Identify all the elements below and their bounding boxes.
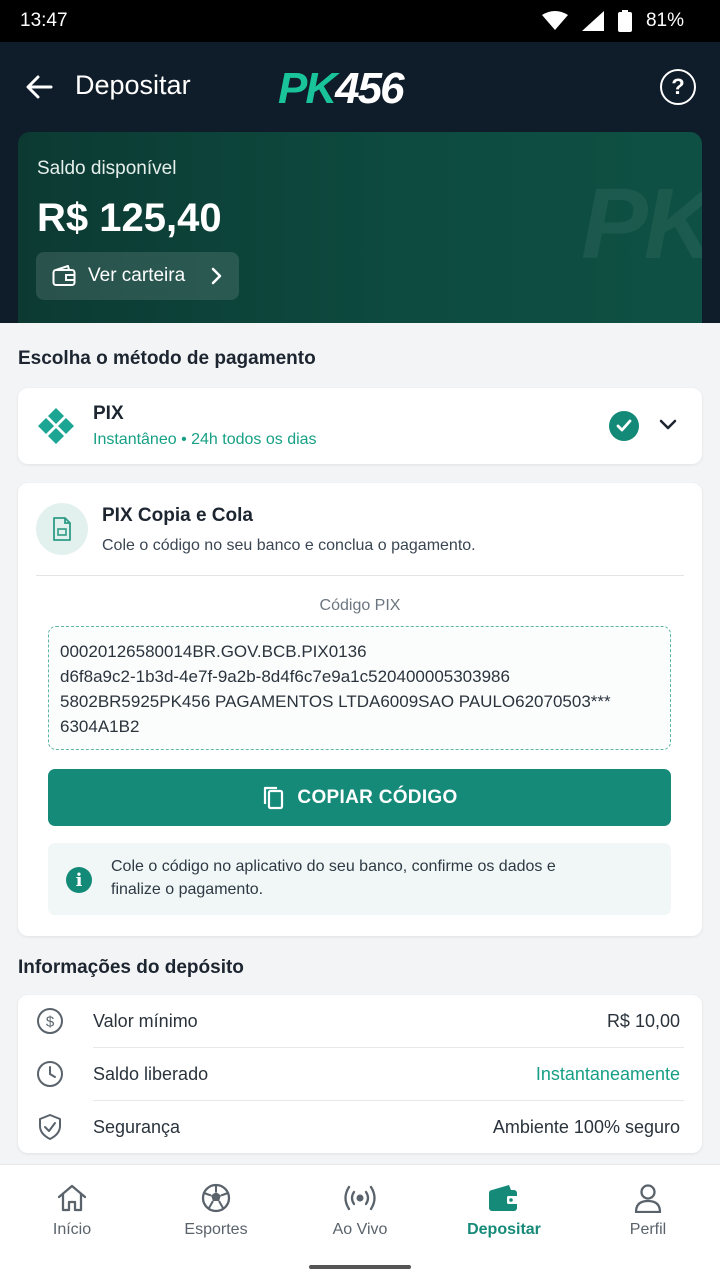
balance-watermark: PK xyxy=(581,168,702,280)
info-row-value: Instantaneamente xyxy=(535,1064,680,1084)
pix-code-field[interactable]: 00020126580014BR.GOV.BCB.PIX0136 d6f8a9c… xyxy=(48,626,671,750)
info-text: Cole o código no aplicativo do seu banco… xyxy=(111,858,556,898)
chevron-right-icon xyxy=(211,267,222,285)
chevron-down-icon[interactable] xyxy=(658,415,678,435)
payment-method-name: PIX xyxy=(93,403,124,424)
nav-item-label: Depositar xyxy=(467,1221,541,1238)
info-banner: i Cole o código no aplicativo do seu ban… xyxy=(48,843,671,915)
nav-item-home[interactable]: Início xyxy=(0,1183,144,1239)
brand-logo: PK456 xyxy=(278,64,405,113)
info-row-security: Segurança Ambiente 100% seguro xyxy=(18,1101,702,1154)
selected-check-icon xyxy=(609,411,639,441)
wallet-icon xyxy=(489,1185,519,1211)
nav-item-deposit[interactable]: Depositar xyxy=(432,1183,576,1239)
wallet-icon xyxy=(52,265,76,286)
view-wallet-button[interactable]: Ver carteira xyxy=(36,252,239,300)
balance-card: PK Saldo disponível R$ 125,40 Ver cartei… xyxy=(18,132,702,323)
dollar-icon: $ xyxy=(37,1008,63,1034)
home-indicator[interactable] xyxy=(309,1265,411,1269)
info-row-label: Segurança xyxy=(93,1117,181,1137)
battery-level: 81% xyxy=(645,10,684,31)
battery-icon xyxy=(617,10,632,32)
document-icon xyxy=(36,503,88,555)
help-button[interactable]: ? xyxy=(660,69,696,105)
status-time: 13:47 xyxy=(20,10,68,31)
back-button[interactable] xyxy=(22,70,56,104)
info-row-label: Saldo liberado xyxy=(93,1064,209,1084)
live-broadcast-icon xyxy=(344,1185,376,1211)
copy-code-button[interactable]: COPIAR CÓDIGO xyxy=(48,769,671,826)
status-bar: 13:47 81% xyxy=(0,0,720,42)
deposit-info-title: Informações do depósito xyxy=(18,957,244,978)
pix-code-line: 5802BR5925PK456 PAGAMENTOS LTDA6009SAO P… xyxy=(60,692,611,711)
payment-method-subtitle: Instantâneo • 24h todos os dias xyxy=(93,431,317,448)
info-row-value: Ambiente 100% seguro xyxy=(492,1117,680,1137)
info-row-balance-release: Saldo liberado Instantaneamente xyxy=(18,1048,702,1101)
arrow-left-icon xyxy=(26,75,53,99)
bottom-navigation: Início Esportes Ao Vivo Depositar Perfil xyxy=(0,1164,720,1280)
pix-icon xyxy=(38,408,74,444)
pix-copy-subtitle: Cole o código no seu banco e conclua o p… xyxy=(102,537,476,554)
status-icons: 81% xyxy=(541,10,684,32)
payment-method-selector[interactable]: PIX Instantâneo • 24h todos os dias xyxy=(18,388,702,464)
shield-icon xyxy=(39,1114,61,1140)
nav-item-label: Ao Vivo xyxy=(332,1221,388,1238)
pix-code-label: Código PIX xyxy=(319,597,401,614)
copy-code-label: COPIAR CÓDIGO xyxy=(297,786,458,808)
nav-item-profile[interactable]: Perfil xyxy=(576,1183,720,1239)
pix-copy-paste-card: PIX Copia e Cola Cole o código no seu ba… xyxy=(18,483,702,936)
clock-icon xyxy=(37,1061,63,1087)
pix-code-line: 6304A1B2 xyxy=(60,717,140,736)
header: Depositar PK456 ? PK Saldo disponível R$… xyxy=(0,42,720,323)
nav-item-label: Perfil xyxy=(629,1221,667,1238)
signal-icon xyxy=(581,11,604,31)
info-icon: i xyxy=(66,867,92,893)
view-wallet-label: Ver carteira xyxy=(88,265,186,286)
copy-icon xyxy=(264,786,284,809)
payment-section-title: Escolha o método de pagamento xyxy=(18,348,316,369)
page-title: Depositar xyxy=(75,70,191,100)
soccer-ball-icon xyxy=(201,1183,231,1213)
balance-label: Saldo disponível xyxy=(37,158,177,179)
pix-copy-title: PIX Copia e Cola xyxy=(102,505,253,526)
info-row-value: R$ 10,00 xyxy=(606,1011,680,1031)
home-icon xyxy=(57,1184,87,1212)
top-app-bar: Depositar PK456 ? xyxy=(0,42,720,132)
nav-item-sports[interactable]: Esportes xyxy=(144,1183,288,1239)
nav-item-live[interactable]: Ao Vivo xyxy=(288,1183,432,1239)
nav-item-label: Início xyxy=(52,1221,92,1238)
pix-code-line: d6f8a9c2-1b3d-4e7f-9a2b-8d4f6c7e9a1c5204… xyxy=(60,667,510,686)
divider xyxy=(36,575,684,576)
info-row-label: Valor mínimo xyxy=(93,1011,198,1031)
help-icon: ? xyxy=(671,74,685,99)
info-row-min-value: $ Valor mínimo R$ 10,00 xyxy=(18,995,702,1048)
deposit-info-card: $ Valor mínimo R$ 10,00 Saldo liberado I… xyxy=(18,995,702,1153)
wifi-icon xyxy=(541,11,568,30)
pix-code-line: 00020126580014BR.GOV.BCB.PIX0136 xyxy=(60,642,367,661)
balance-value: R$ 125,40 xyxy=(37,196,222,240)
nav-item-label: Esportes xyxy=(184,1221,248,1238)
svg-text:$: $ xyxy=(46,1014,55,1031)
user-icon xyxy=(634,1184,662,1213)
